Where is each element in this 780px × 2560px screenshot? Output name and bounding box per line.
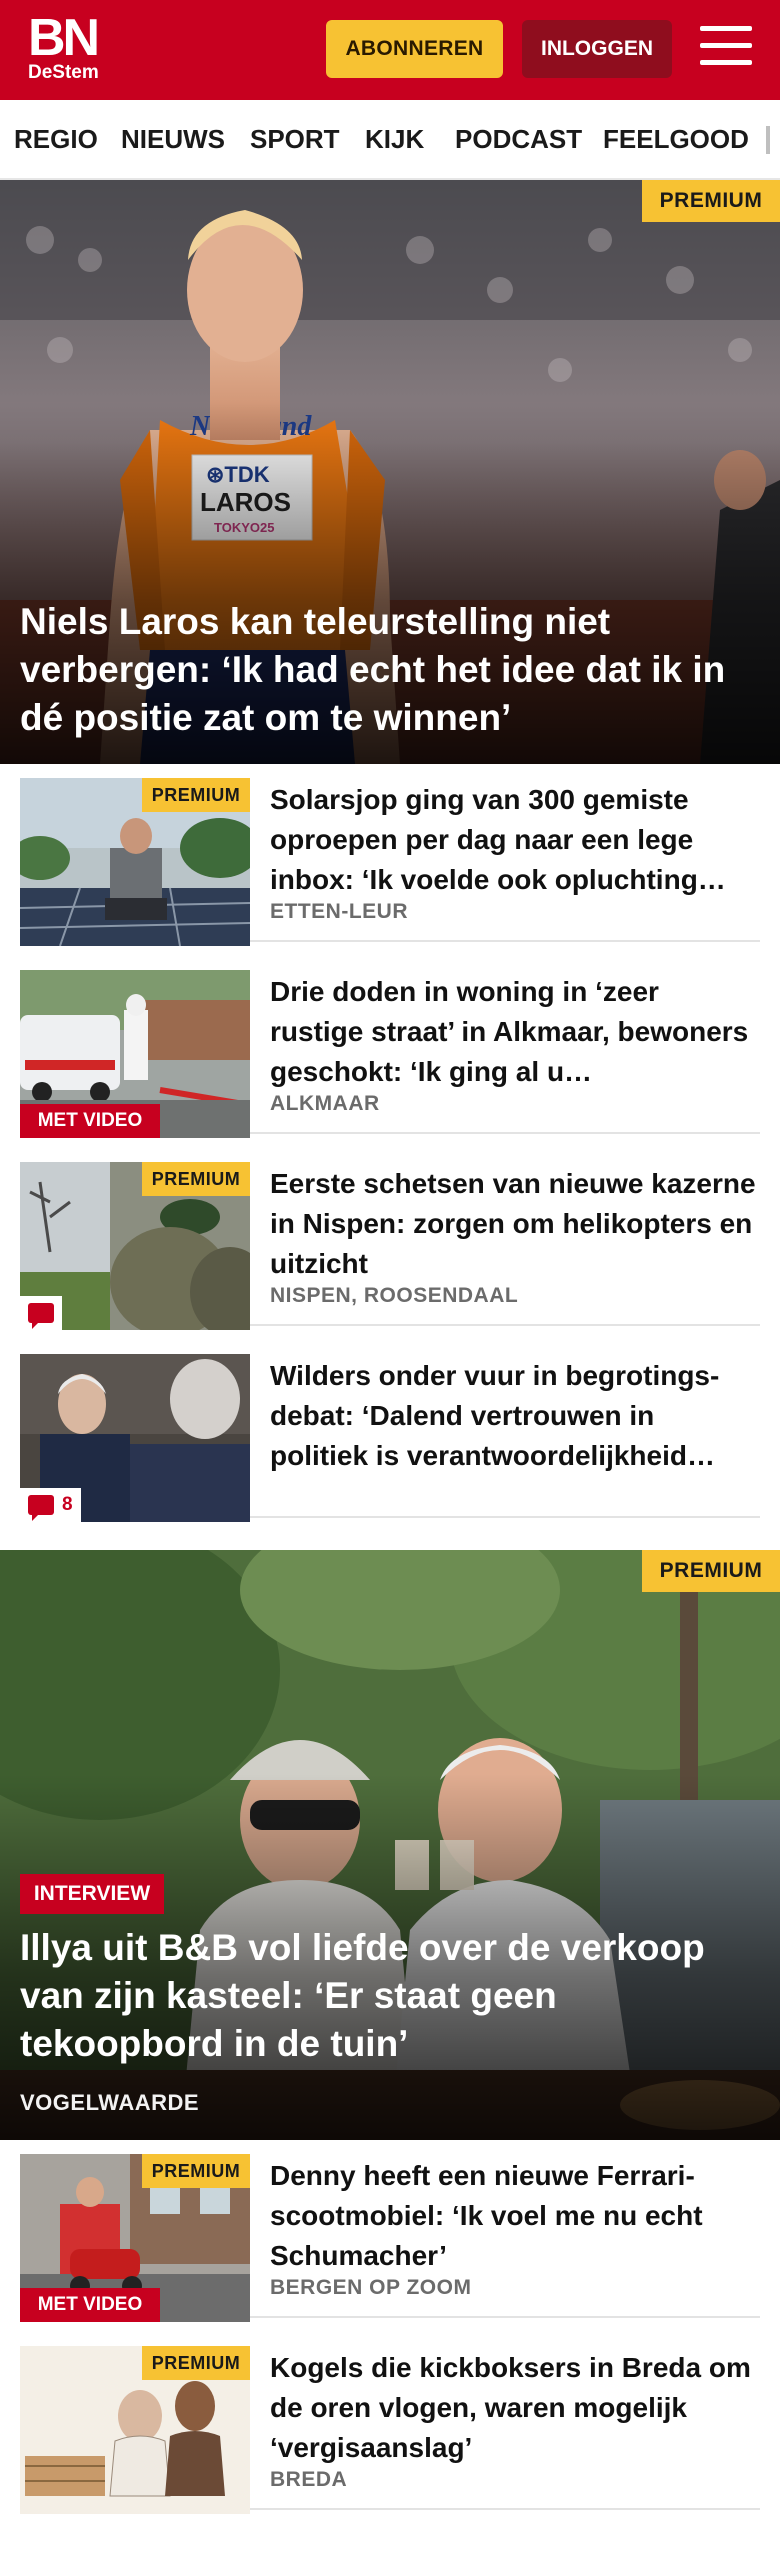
premium-badge: PREMIUM [142, 2346, 250, 2380]
hero-title[interactable]: Niels Laros kan teleurstelling niet verb… [20, 598, 762, 742]
site-header: BN DeStem ABONNEREN INLOGGEN [0, 0, 780, 100]
hero-title[interactable]: Illya uit B&B vol liefde over de verkoop… [20, 1924, 762, 2068]
article-title[interactable]: Drie doden in woning in ‘zeer rustige st… [270, 972, 756, 1092]
list-item[interactable]: MET VIDEO Drie doden in woning in ‘zeer … [20, 956, 760, 1138]
article-thumbnail: PREMIUM [20, 2346, 250, 2514]
article-thumbnail: PREMIUM [20, 778, 250, 946]
list-item[interactable]: 8 Wilders onder vuur in begrotings-debat… [20, 1340, 760, 1522]
nav-item-kijk[interactable]: KIJK [365, 124, 424, 155]
article-location: VOGELWAARDE [20, 2090, 200, 2115]
article-location: BERGEN OP ZOOM [270, 2276, 472, 2299]
premium-badge: PREMIUM [142, 1162, 250, 1196]
article-thumbnail: PREMIUM [20, 1162, 250, 1330]
video-tag: MET VIDEO [20, 1104, 160, 1138]
comment-count: 8 [20, 1488, 81, 1522]
nav-item-regio[interactable]: REGIO [14, 124, 98, 155]
hero-article-laros[interactable]: Nederland ⊛TDK LAROS TOKYO25 PREMIUM Nie… [0, 180, 780, 764]
premium-badge: PREMIUM [642, 180, 780, 222]
article-location: ALKMAAR [270, 1092, 380, 1115]
article-location: NISPEN, ROOSENDAAL [270, 1284, 519, 1307]
nav-item-sport[interactable]: SPORT [250, 124, 340, 155]
logo-sub: DeStem [28, 62, 99, 83]
video-tag: MET VIDEO [20, 2288, 160, 2322]
nav-item-podcast[interactable]: PODCAST [455, 124, 582, 155]
list-item[interactable]: PREMIUM Eerste schetsen van nieuwe kazer… [20, 1148, 760, 1330]
nav-item-nieuws[interactable]: NIEUWS [121, 124, 225, 155]
list-item[interactable]: PREMIUM Solarsjop ging van 300 gemiste o… [20, 764, 760, 946]
nav-item-feelgood[interactable]: FEELGOOD [603, 124, 749, 155]
premium-badge: PREMIUM [142, 2154, 250, 2188]
comment-icon [20, 1296, 62, 1330]
list-item[interactable]: PREMIUM MET VIDEO Denny heeft een nieuwe… [20, 2140, 760, 2322]
list-item[interactable]: PREMIUM Kogels die kickboksers in Breda … [20, 2332, 760, 2514]
subscribe-button[interactable]: ABONNEREN [326, 20, 503, 78]
article-thumbnail: 8 [20, 1354, 250, 1522]
interview-tag: INTERVIEW [20, 1874, 164, 1914]
logo-main: BN [28, 9, 100, 67]
section-nav: REGIO NIEUWS SPORT KIJK PODCAST FEELGOOD [0, 100, 780, 180]
site-logo[interactable]: BN DeStem [28, 12, 118, 84]
premium-badge: PREMIUM [642, 1550, 780, 1592]
premium-badge: PREMIUM [142, 778, 250, 812]
article-title[interactable]: Wilders onder vuur in begrotings-debat: … [270, 1356, 756, 1476]
article-location: BREDA [270, 2468, 348, 2491]
nav-overflow-indicator [766, 126, 770, 154]
hamburger-menu-icon[interactable] [700, 26, 752, 72]
comment-icon [28, 1495, 54, 1521]
article-title[interactable]: Eerste schetsen van nieuwe kazerne in Ni… [270, 1164, 756, 1284]
login-button[interactable]: INLOGGEN [522, 20, 672, 78]
article-title[interactable]: Solarsjop ging van 300 gemiste oproepen … [270, 780, 756, 900]
article-title[interactable]: Denny heeft een nieuwe Ferrari-scootmobi… [270, 2156, 756, 2276]
article-thumbnail: PREMIUM MET VIDEO [20, 2154, 250, 2322]
article-title[interactable]: Kogels die kickboksers in Breda om de or… [270, 2348, 756, 2468]
hero-article-kasteel[interactable]: PREMIUM INTERVIEW Illya uit B&B vol lief… [0, 1550, 780, 2140]
article-thumbnail: MET VIDEO [20, 970, 250, 1138]
article-location: ETTEN-LEUR [270, 900, 408, 923]
